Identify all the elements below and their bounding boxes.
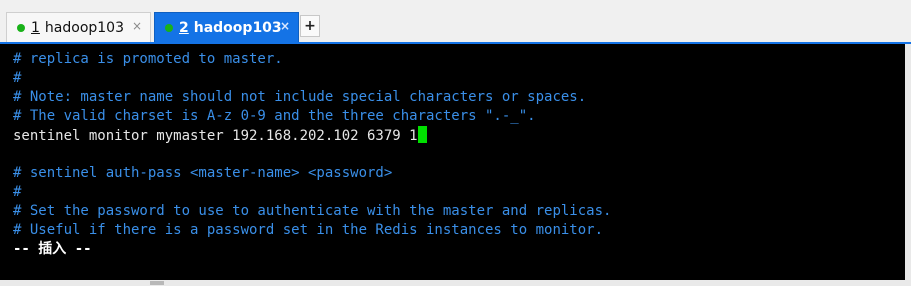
terminal-output[interactable]: # replica is promoted to master. # # Not… xyxy=(0,44,905,280)
terminal-line: # replica is promoted to master. xyxy=(13,51,283,67)
tab-number: 1 xyxy=(31,19,40,36)
horizontal-scrollbar-thumb[interactable] xyxy=(150,281,164,285)
tab-label: hadoop103 xyxy=(193,19,282,36)
terminal-line-sentinel-monitor: sentinel monitor mymaster 192.168.202.10… xyxy=(13,126,427,145)
close-icon[interactable]: × xyxy=(132,19,142,33)
terminal-line: # xyxy=(13,70,22,86)
terminal-line: # sentinel auth-pass <master-name> <pass… xyxy=(13,165,393,181)
add-tab-button[interactable]: + xyxy=(300,15,320,37)
terminal-line: # Useful if there is a password set in t… xyxy=(13,222,604,238)
horizontal-scrollbar[interactable] xyxy=(0,280,905,286)
close-icon[interactable]: × xyxy=(280,19,290,33)
connection-status-icon xyxy=(17,23,25,32)
terminal-line: # The valid charset is A-z 0-9 and the t… xyxy=(13,108,536,124)
tab-number: 2 xyxy=(179,19,189,36)
connection-status-icon xyxy=(165,23,173,32)
terminal-line: # xyxy=(13,184,22,200)
tab-hadoop103-1[interactable]: 1 hadoop103 × xyxy=(6,12,151,42)
terminal-line: # Note: master name should not include s… xyxy=(13,89,587,105)
text-cursor xyxy=(417,126,427,143)
terminal-line: # Set the password to use to authenticat… xyxy=(13,203,612,219)
terminal-line-text: sentinel monitor mymaster 192.168.202.10… xyxy=(13,128,418,144)
vim-mode-status: -- 插入 -- xyxy=(13,241,92,257)
vertical-scrollbar[interactable] xyxy=(905,44,911,286)
tab-bar: 1 hadoop103 × 2 hadoop103 × + xyxy=(0,0,911,44)
tab-label: hadoop103 xyxy=(44,19,124,36)
tab-hadoop103-2[interactable]: 2 hadoop103 × xyxy=(154,12,299,42)
